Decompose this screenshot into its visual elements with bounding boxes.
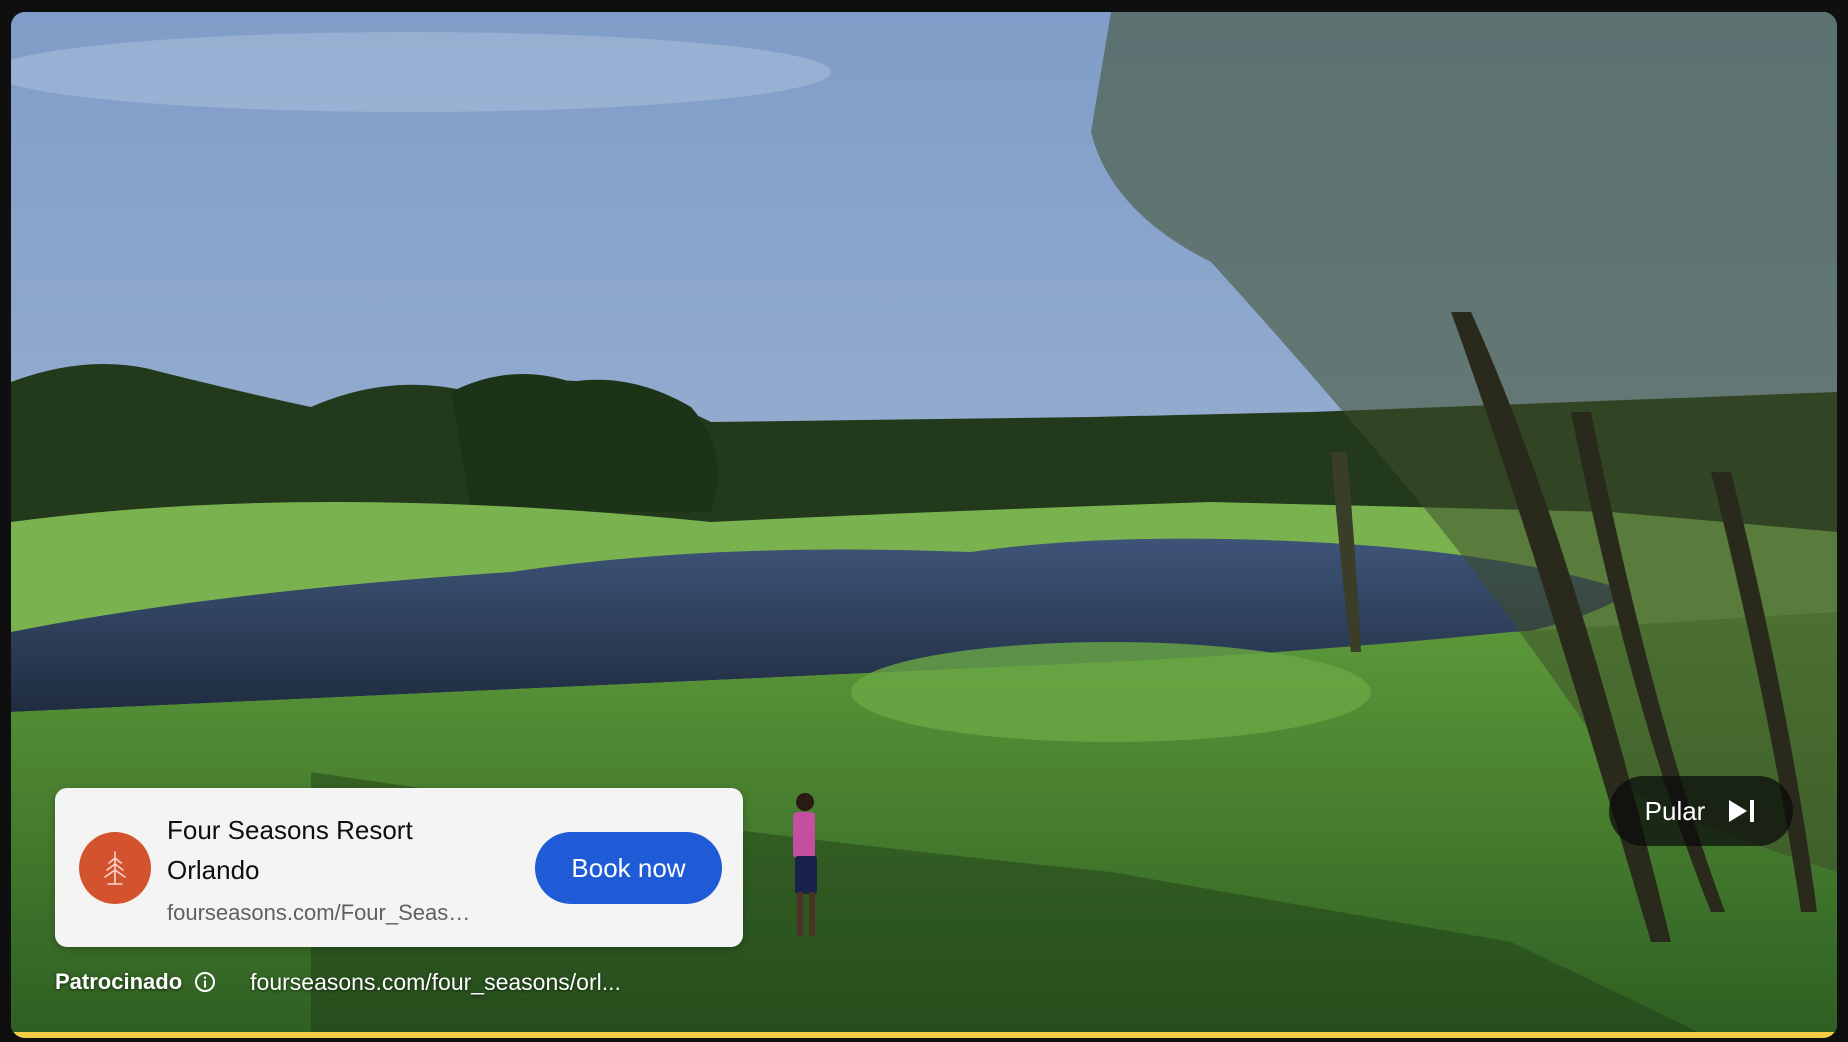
- sponsor-row: Patrocinado fourseasons.com/four_seasons…: [55, 966, 621, 998]
- info-icon[interactable]: [194, 971, 216, 993]
- ad-card[interactable]: Four Seasons Resort Orlando fourseasons.…: [55, 788, 743, 947]
- tree-icon: [104, 851, 126, 885]
- ad-progress-bar[interactable]: [11, 1032, 1837, 1038]
- advertiser-logo[interactable]: [79, 832, 151, 904]
- skip-label: Pular: [1644, 795, 1706, 826]
- skip-ad-button[interactable]: Pular: [1609, 776, 1793, 846]
- ad-progress-fill: [11, 1032, 1837, 1038]
- video-player[interactable]: Four Seasons Resort Orlando fourseasons.…: [11, 12, 1837, 1038]
- ad-display-url[interactable]: fourseasons.com/Four_Seas…: [167, 900, 487, 926]
- sponsored-label: Patrocinado: [55, 969, 183, 994]
- book-now-button[interactable]: Book now: [535, 832, 722, 904]
- ad-title[interactable]: Four Seasons Resort Orlando: [167, 810, 467, 890]
- advertiser-link[interactable]: fourseasons.com/four_seasons/orl...: [250, 969, 621, 996]
- skip-next-icon: [1729, 800, 1755, 822]
